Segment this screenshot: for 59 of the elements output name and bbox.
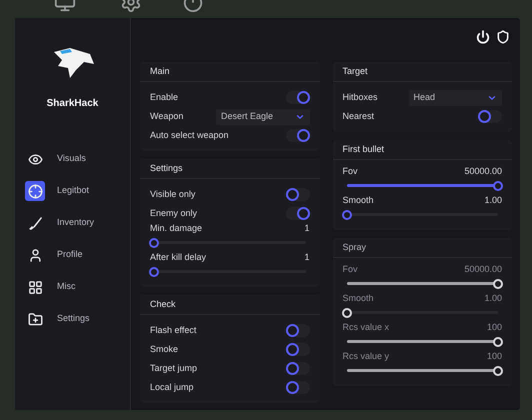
slider-label: Fov <box>342 263 358 276</box>
shield-icon[interactable] <box>496 30 510 44</box>
slider-value: 50000.00 <box>464 263 502 276</box>
toggle-switch[interactable] <box>286 362 310 375</box>
option-label: Smoke <box>150 342 178 356</box>
target-icon <box>28 184 42 198</box>
slider-value: 1.00 <box>484 292 502 306</box>
toggle-switch[interactable] <box>286 207 310 220</box>
user-icon <box>28 248 42 262</box>
option-label: Enemy only <box>150 206 198 220</box>
slider-value: 1 <box>304 222 310 236</box>
slider-value: 50000.00 <box>464 165 502 178</box>
slider-label: Smooth <box>342 194 374 208</box>
toggle-switch[interactable] <box>286 91 310 104</box>
section-title: Check <box>140 295 320 315</box>
section-title: Target <box>332 62 512 82</box>
option-label: Nearest <box>342 110 374 123</box>
section-title: Settings <box>140 159 320 179</box>
option-label: Flash effect <box>150 324 196 337</box>
toggle-switch[interactable] <box>286 343 310 356</box>
slider-label: Rcs value x <box>342 321 390 334</box>
option-label: Hitboxes <box>342 90 379 104</box>
option-label: Weapon <box>150 110 184 123</box>
nav-item[interactable]: Profile <box>25 245 130 265</box>
nav-item[interactable]: Misc <box>25 277 130 297</box>
toggle-switch[interactable] <box>478 110 502 123</box>
grid-icon <box>28 280 42 294</box>
option-label: Visible only <box>150 188 196 201</box>
slider-value: 100 <box>486 350 502 364</box>
slider-label: Smooth <box>342 292 374 306</box>
dropdown[interactable]: Desert Eagle <box>216 108 310 124</box>
nav-item[interactable]: Inventory <box>25 213 130 233</box>
slider-label: Min. damage <box>150 222 202 236</box>
toggle-switch[interactable] <box>286 129 310 142</box>
nav-item[interactable]: Visuals <box>25 149 130 169</box>
option-label: Target jump <box>150 362 198 375</box>
slider-value: 1.00 <box>484 194 502 208</box>
option-label: Auto select weapon <box>150 128 229 142</box>
slider-label: After kill delay <box>150 251 206 264</box>
slider-label: Rcs value y <box>342 350 390 364</box>
option-label: Local jump <box>150 380 194 394</box>
toggle-switch[interactable] <box>286 324 310 337</box>
eye-icon <box>28 152 42 166</box>
folder-icon <box>28 312 42 326</box>
nav-item[interactable]: Settings <box>25 309 130 329</box>
nav-item[interactable]: Legitbot <box>25 181 130 201</box>
section-title: First bullet <box>332 140 512 160</box>
slider-value: 100 <box>486 321 502 334</box>
option-label: Enable <box>150 90 178 104</box>
dropdown[interactable]: Head <box>408 90 502 106</box>
section-title: Main <box>140 62 320 82</box>
slider-value: 1 <box>304 251 310 264</box>
power-icon[interactable] <box>476 30 490 44</box>
toggle-switch[interactable] <box>286 381 310 394</box>
knife-icon <box>27 215 43 231</box>
slider-label: Fov <box>342 165 358 178</box>
brand-name: SharkHack <box>46 97 98 111</box>
section-title: Spray <box>332 238 512 258</box>
toggle-switch[interactable] <box>286 188 310 201</box>
